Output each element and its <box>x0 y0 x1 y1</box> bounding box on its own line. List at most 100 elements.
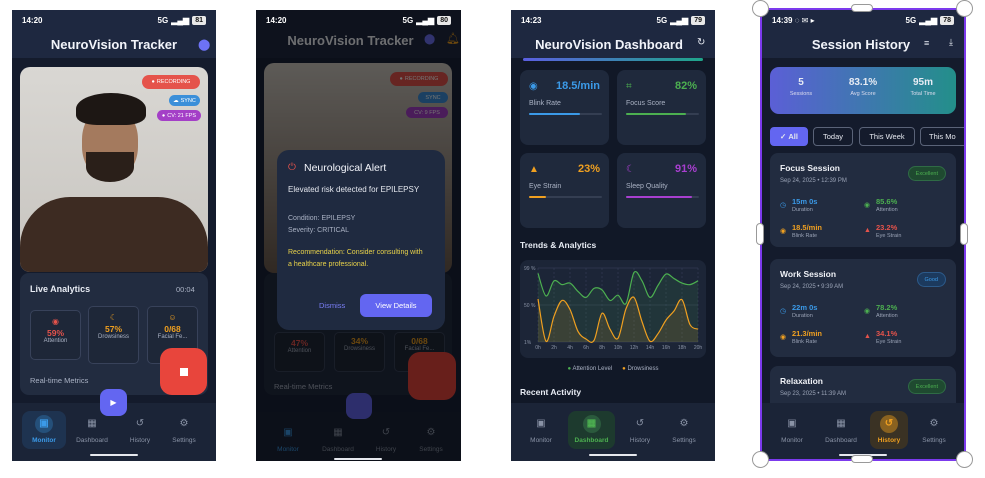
nav-monitor[interactable]: ▣ Monitor <box>266 420 310 458</box>
alert-condition: Condition: EPILEPSY <box>288 215 356 222</box>
battery-level: 80 <box>437 16 451 25</box>
clock-icon: ◷ <box>780 202 787 209</box>
recording-badge: ● RECORDING <box>142 75 200 89</box>
download-icon[interactable]: ⤓ <box>949 37 953 48</box>
refresh-icon[interactable]: ↻ <box>697 37 705 48</box>
eye-strain-card: ▲ 23% Eye Strain <box>520 153 609 228</box>
dashboard-screen: 14:23 5G ▂▄▆ 79 NeuroVision Dashboard ↻ ◉ … <box>511 10 715 461</box>
history-icon: ↺ <box>135 418 145 429</box>
x-tick-label: 14h <box>646 345 655 351</box>
person-shirt <box>20 197 208 272</box>
history-icon: ↺ <box>635 418 645 429</box>
header-gradient-bar <box>523 58 703 61</box>
resize-handle-bottom[interactable] <box>851 455 873 463</box>
play-icon: ▶ <box>110 398 117 407</box>
x-tick-label: 12h <box>630 345 639 351</box>
eye-strain-progress <box>529 196 546 198</box>
stop-recording-button[interactable] <box>160 348 207 395</box>
status-time: 14:20 <box>266 16 287 25</box>
status-time: 14:20 <box>22 16 43 25</box>
session-card[interactable]: Focus Session Sep 24, 2025 • 12:39 PM Ex… <box>770 153 956 247</box>
start-button[interactable]: ▶ <box>100 389 127 416</box>
page-title: NeuroVision Tracker <box>50 37 178 52</box>
network-label: 5G <box>905 16 917 25</box>
nav-settings[interactable]: ⚙ Settings <box>662 411 706 449</box>
dismiss-button[interactable]: Dismiss <box>319 301 345 310</box>
location-pin-icon[interactable]: ⬤ <box>424 34 435 45</box>
nav-monitor[interactable]: ▣ Monitor <box>22 411 66 449</box>
view-details-button[interactable]: View Details <box>360 294 432 317</box>
resize-handle-top-right[interactable] <box>956 0 973 17</box>
nav-dashboard[interactable]: ▦ Dashboard <box>316 420 360 458</box>
history-icon: ↺ <box>381 427 391 438</box>
trends-chart-card: 0h 2h 4h 6h 8h 10h 12h 14h 16h 18h 20h 99 % 50 % 1% <box>520 260 706 358</box>
notification-bell-icon[interactable]: 🔔︎ <box>446 32 460 45</box>
status-bar: 14:23 5G ▂▄▆ 79 <box>511 10 715 32</box>
network-label: 5G <box>157 16 169 25</box>
sessions-count: 5 <box>798 77 804 88</box>
legend-attention: ● Attention Level <box>567 366 613 372</box>
x-tick-label: 18h <box>678 345 687 351</box>
home-indicator <box>589 454 637 456</box>
gear-icon: ⚙ <box>179 418 189 429</box>
alert-power-icon: ⏻ <box>288 162 296 173</box>
nav-history[interactable]: ↺ History <box>618 411 662 449</box>
x-tick-label: 10h <box>614 345 623 351</box>
rating-badge: Good <box>916 272 946 287</box>
nav-history[interactable]: ↺ History <box>118 411 162 449</box>
nav-dashboard[interactable]: ▦ Dashboard <box>568 411 615 449</box>
sleep-quality-card: ☾ 91% Sleep Quality <box>617 153 706 228</box>
realtime-metrics-label: Real-time Metrics <box>274 382 333 391</box>
warning-icon: ▲ <box>529 164 539 175</box>
x-tick-label: 4h <box>567 345 573 351</box>
resize-handle-bottom-left[interactable] <box>752 451 769 468</box>
resize-handle-left[interactable] <box>756 223 764 245</box>
resize-handle-top[interactable] <box>851 4 873 12</box>
alert-message: Elevated risk detected for EPILEPSY <box>288 185 420 194</box>
location-pin-icon[interactable]: ⬤ <box>198 38 210 51</box>
stop-recording-button[interactable] <box>408 352 456 400</box>
filter-chip-all[interactable]: ✓ All <box>770 127 808 146</box>
nav-monitor[interactable]: ▣ Monitor <box>770 411 814 449</box>
filter-chip-this-month[interactable]: This Mo <box>920 127 964 146</box>
signal-icon: ▂▄▆ <box>670 16 689 25</box>
nav-monitor[interactable]: ▣ Monitor <box>519 411 563 449</box>
nav-history[interactable]: ↺ History <box>870 411 908 449</box>
camera-icon: ▣ <box>787 418 797 429</box>
start-button[interactable] <box>346 393 372 419</box>
rating-badge: Excellent <box>907 166 946 181</box>
resize-handle-top-left[interactable] <box>752 0 769 17</box>
realtime-metrics-label: Real-time Metrics <box>30 376 89 385</box>
resize-handle-bottom-right[interactable] <box>956 451 973 468</box>
x-tick-label: 0h <box>535 345 541 351</box>
history-icon: ↺ <box>880 415 898 433</box>
resize-handle-right[interactable] <box>960 223 968 245</box>
signal-icon: ▂▄▆ <box>919 16 938 25</box>
nav-settings[interactable]: ⚙ Settings <box>409 420 453 458</box>
battery-level: 78 <box>940 16 954 25</box>
nav-settings[interactable]: ⚙ Settings <box>162 411 206 449</box>
x-tick-label: 2h <box>551 345 557 351</box>
filter-icon[interactable]: ≡ <box>924 38 929 48</box>
legend-drowsiness: ● Drowsiness <box>622 366 659 372</box>
nav-dashboard[interactable]: ▦ Dashboard <box>819 411 863 449</box>
drowsiness-metric: ☾ 57% Drowsiness <box>88 306 139 364</box>
bottom-nav: ▣ Monitor ▦ Dashboard ↺ History ⚙ Settings <box>762 403 964 459</box>
gear-icon: ⚙ <box>426 427 436 438</box>
status-bar: 14:20 5G ▂▄▆ 81 <box>12 10 216 32</box>
filter-chip-this-week[interactable]: This Week <box>859 127 915 146</box>
summary-card: 5 Sessions 83.1% Avg Score 95m Total Time <box>770 67 956 114</box>
nav-dashboard[interactable]: ▦ Dashboard <box>70 411 114 449</box>
session-card[interactable]: Work Session Sep 24, 2025 • 9:39 AM Good… <box>770 259 956 357</box>
network-label: 5G <box>402 16 414 25</box>
nav-settings[interactable]: ⚙ Settings <box>912 411 956 449</box>
total-time: 95m <box>912 77 933 88</box>
filter-chip-today[interactable]: Today <box>813 127 853 146</box>
cv-fps-badge: ● CV: 21 FPS <box>157 110 201 121</box>
x-tick-label: 20h <box>694 345 703 351</box>
sleep-quality-progress <box>626 196 693 198</box>
eye-icon: ◉ <box>864 202 871 209</box>
eye-icon: ◉ <box>529 81 538 92</box>
nav-history[interactable]: ↺ History <box>364 420 408 458</box>
home-indicator <box>334 458 382 460</box>
